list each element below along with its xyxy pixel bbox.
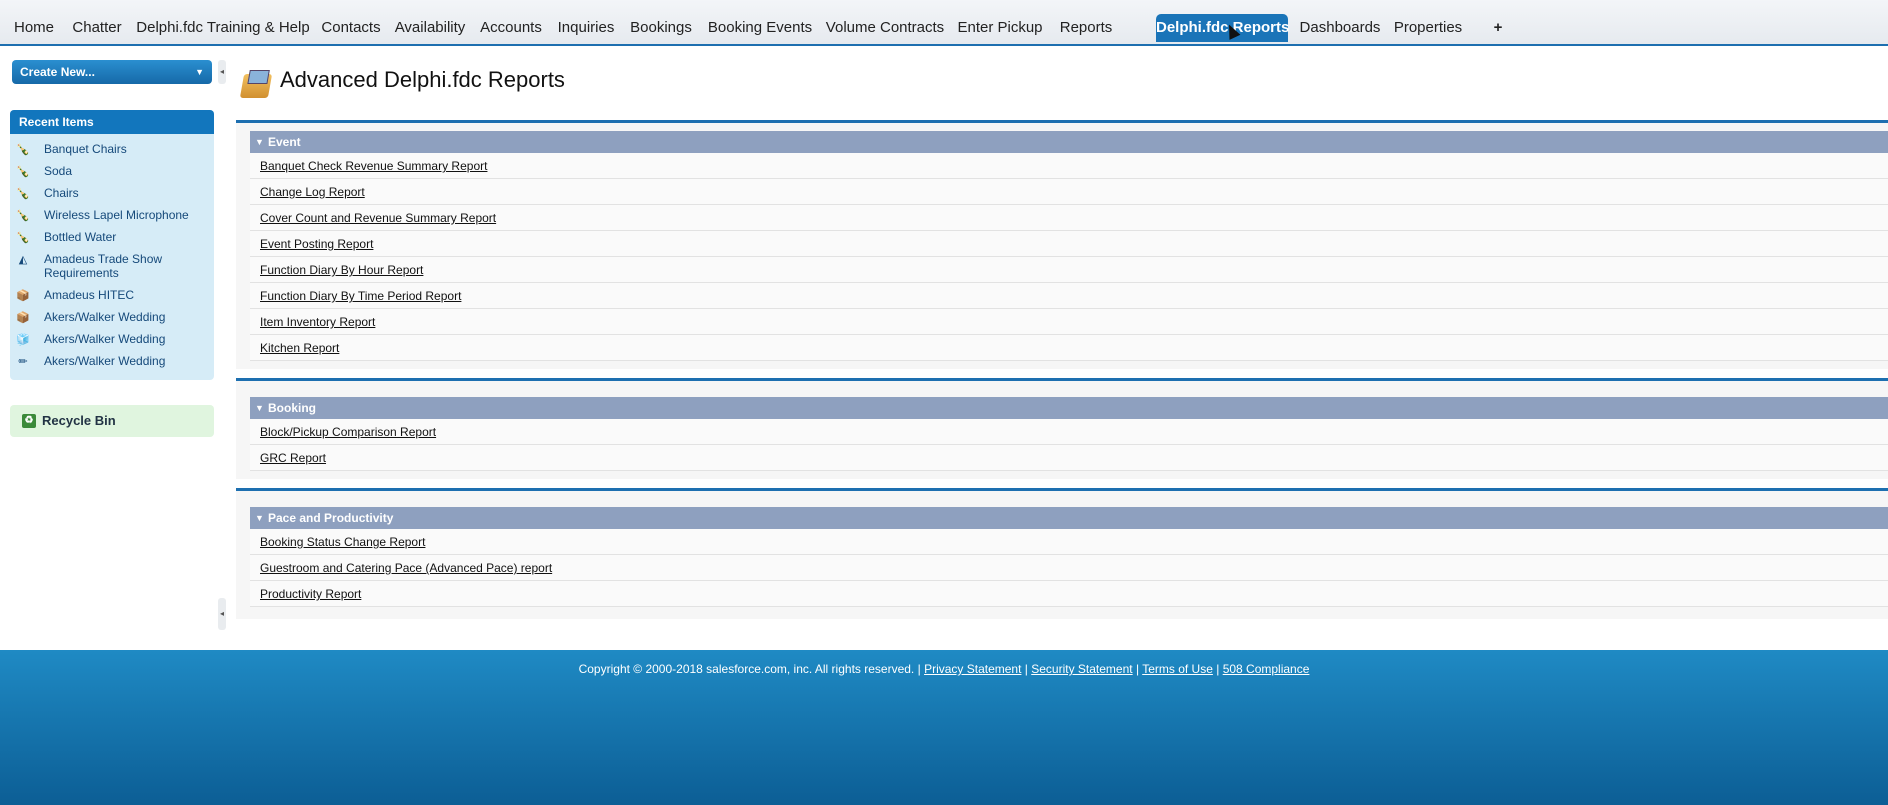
recent-item-label: Bottled Water xyxy=(44,230,117,244)
report-row: Block/Pickup Comparison Report xyxy=(250,419,1888,445)
reports-icon xyxy=(239,74,273,98)
tab-volume-contracts[interactable]: Volume Contracts xyxy=(824,14,946,42)
tab-properties[interactable]: Properties xyxy=(1390,14,1466,42)
section-title: Event xyxy=(268,135,301,149)
tab-booking-events[interactable]: Booking Events xyxy=(702,14,818,42)
report-row: Kitchen Report xyxy=(250,335,1888,361)
sidebar: Create New... ▼ ◂ Recent Items 🍾 Banquet… xyxy=(0,46,230,650)
footer-line: Copyright © 2000-2018 salesforce.com, in… xyxy=(578,662,1310,676)
security-statement-link[interactable]: Security Statement xyxy=(1031,662,1132,676)
report-row: Function Diary By Hour Report xyxy=(250,257,1888,283)
report-link[interactable]: Function Diary By Hour Report xyxy=(260,263,423,277)
footer: Copyright © 2000-2018 salesforce.com, in… xyxy=(0,650,1888,805)
report-link[interactable]: GRC Report xyxy=(260,451,326,465)
tab-contacts[interactable]: Contacts xyxy=(318,14,384,42)
report-link[interactable]: Productivity Report xyxy=(260,587,361,601)
tab-delphi-fdc-reports[interactable]: Delphi.fdc Reports xyxy=(1156,14,1289,42)
collapse-triangle-icon: ▼ xyxy=(255,403,264,413)
report-row: Booking Status Change Report xyxy=(250,529,1888,555)
report-link[interactable]: Item Inventory Report xyxy=(260,315,375,329)
report-link[interactable]: Banquet Check Revenue Summary Report xyxy=(260,159,487,173)
report-row: GRC Report xyxy=(250,445,1888,471)
report-row: Item Inventory Report xyxy=(250,309,1888,335)
report-link[interactable]: Block/Pickup Comparison Report xyxy=(260,425,436,439)
report-section-booking: ▼ Booking Block/Pickup Comparison Report… xyxy=(236,378,1888,479)
section-header-booking[interactable]: ▼ Booking xyxy=(250,397,1888,419)
copyright-text: Copyright © 2000-2018 salesforce.com, in… xyxy=(578,662,921,676)
item-icon: 🍾 xyxy=(16,144,30,156)
recent-item-label: Wireless Lapel Microphone xyxy=(44,208,189,222)
create-new-label: Create New... xyxy=(20,65,95,79)
main-content: Advanced Delphi.fdc Reports ▼ Event Banq… xyxy=(236,46,1888,650)
report-row: Function Diary By Time Period Report xyxy=(250,283,1888,309)
tab-dashboards[interactable]: Dashboards xyxy=(1296,14,1384,42)
recent-items-title: Recent Items xyxy=(10,110,214,134)
item-icon: 🍾 xyxy=(16,166,30,178)
report-link[interactable]: Change Log Report xyxy=(260,185,365,199)
report-section-pace-productivity: ▼ Pace and Productivity Booking Status C… xyxy=(236,488,1888,619)
collapse-triangle-icon: ▼ xyxy=(255,137,264,147)
tab-availability[interactable]: Availability xyxy=(390,14,470,42)
tab-inquiries[interactable]: Inquiries xyxy=(552,14,620,42)
report-link[interactable]: Cover Count and Revenue Summary Report xyxy=(260,211,496,225)
page-title: Advanced Delphi.fdc Reports xyxy=(280,67,565,92)
recent-item-label: Akers/Walker Wedding xyxy=(44,332,166,346)
recent-item-label: Akers/Walker Wedding xyxy=(44,310,166,324)
report-link[interactable]: Function Diary By Time Period Report xyxy=(260,289,461,303)
tab-bookings[interactable]: Bookings xyxy=(626,14,696,42)
tab-home[interactable]: Home xyxy=(8,14,60,42)
chevron-down-icon: ▼ xyxy=(195,67,204,77)
sidebar-collapse-handle[interactable]: ◂ xyxy=(218,60,226,84)
add-tab-icon[interactable]: + xyxy=(1484,14,1512,42)
item-icon: 🍾 xyxy=(16,188,30,200)
collapse-triangle-icon: ▼ xyxy=(255,513,264,523)
recent-item-label: Amadeus Trade Show Requirements xyxy=(44,252,163,280)
privacy-statement-link[interactable]: Privacy Statement xyxy=(924,662,1021,676)
report-section-event: ▼ Event Banquet Check Revenue Summary Re… xyxy=(236,120,1888,369)
report-row: Cover Count and Revenue Summary Report xyxy=(250,205,1888,231)
compliance-508-link[interactable]: 508 Compliance xyxy=(1223,662,1310,676)
report-link[interactable]: Event Posting Report xyxy=(260,237,373,251)
report-row: Guestroom and Catering Pace (Advanced Pa… xyxy=(250,555,1888,581)
report-link[interactable]: Guestroom and Catering Pace (Advanced Pa… xyxy=(260,561,552,575)
recycle-bin-icon: ♻ xyxy=(22,414,36,428)
recycle-bin-label: Recycle Bin xyxy=(42,413,116,428)
recent-item-label: Amadeus HITEC xyxy=(44,288,135,302)
section-header-pace-productivity[interactable]: ▼ Pace and Productivity xyxy=(250,507,1888,529)
recent-item-label: Banquet Chairs xyxy=(44,142,127,156)
recycle-bin-link[interactable]: ♻ Recycle Bin xyxy=(10,405,214,437)
section-header-event[interactable]: ▼ Event xyxy=(250,131,1888,153)
recent-item-label: Soda xyxy=(44,164,73,178)
report-row: Change Log Report xyxy=(250,179,1888,205)
tab-accounts[interactable]: Accounts xyxy=(476,14,546,42)
item-icon: 🍾 xyxy=(16,210,30,222)
create-new-dropdown[interactable]: Create New... ▼ xyxy=(12,60,212,84)
tab-chatter[interactable]: Chatter xyxy=(66,14,128,42)
section-title: Pace and Productivity xyxy=(268,511,394,525)
booking-icon: 📦 xyxy=(16,290,30,302)
report-link[interactable]: Kitchen Report xyxy=(260,341,339,355)
sidebar-collapse-handle-bottom[interactable]: ◂ xyxy=(218,598,226,630)
section-title: Booking xyxy=(268,401,316,415)
recent-item-label: Chairs xyxy=(44,186,79,200)
report-row: Productivity Report xyxy=(250,581,1888,607)
report-row: Banquet Check Revenue Summary Report xyxy=(250,153,1888,179)
pencil-icon: ✏ xyxy=(18,356,28,368)
tab-training-help[interactable]: Delphi.fdc Training & Help xyxy=(134,14,312,42)
requirement-icon: ◭ xyxy=(18,254,28,266)
recent-items-panel: Recent Items 🍾 Banquet Chairs 🍾 Soda 🍾 C… xyxy=(10,110,214,380)
booking-icon: 📦 xyxy=(16,312,30,324)
tab-reports[interactable]: Reports xyxy=(1054,14,1118,42)
report-link[interactable]: Booking Status Change Report xyxy=(260,535,425,549)
item-icon: 🍾 xyxy=(16,232,30,244)
tab-enter-pickup[interactable]: Enter Pickup xyxy=(952,14,1048,42)
terms-of-use-link[interactable]: Terms of Use xyxy=(1142,662,1213,676)
tab-bar: Home Chatter Delphi.fdc Training & Help … xyxy=(0,0,1888,46)
recent-item-label: Akers/Walker Wedding xyxy=(44,354,166,368)
report-row: Event Posting Report xyxy=(250,231,1888,257)
event-icon: 🧊 xyxy=(16,334,30,346)
